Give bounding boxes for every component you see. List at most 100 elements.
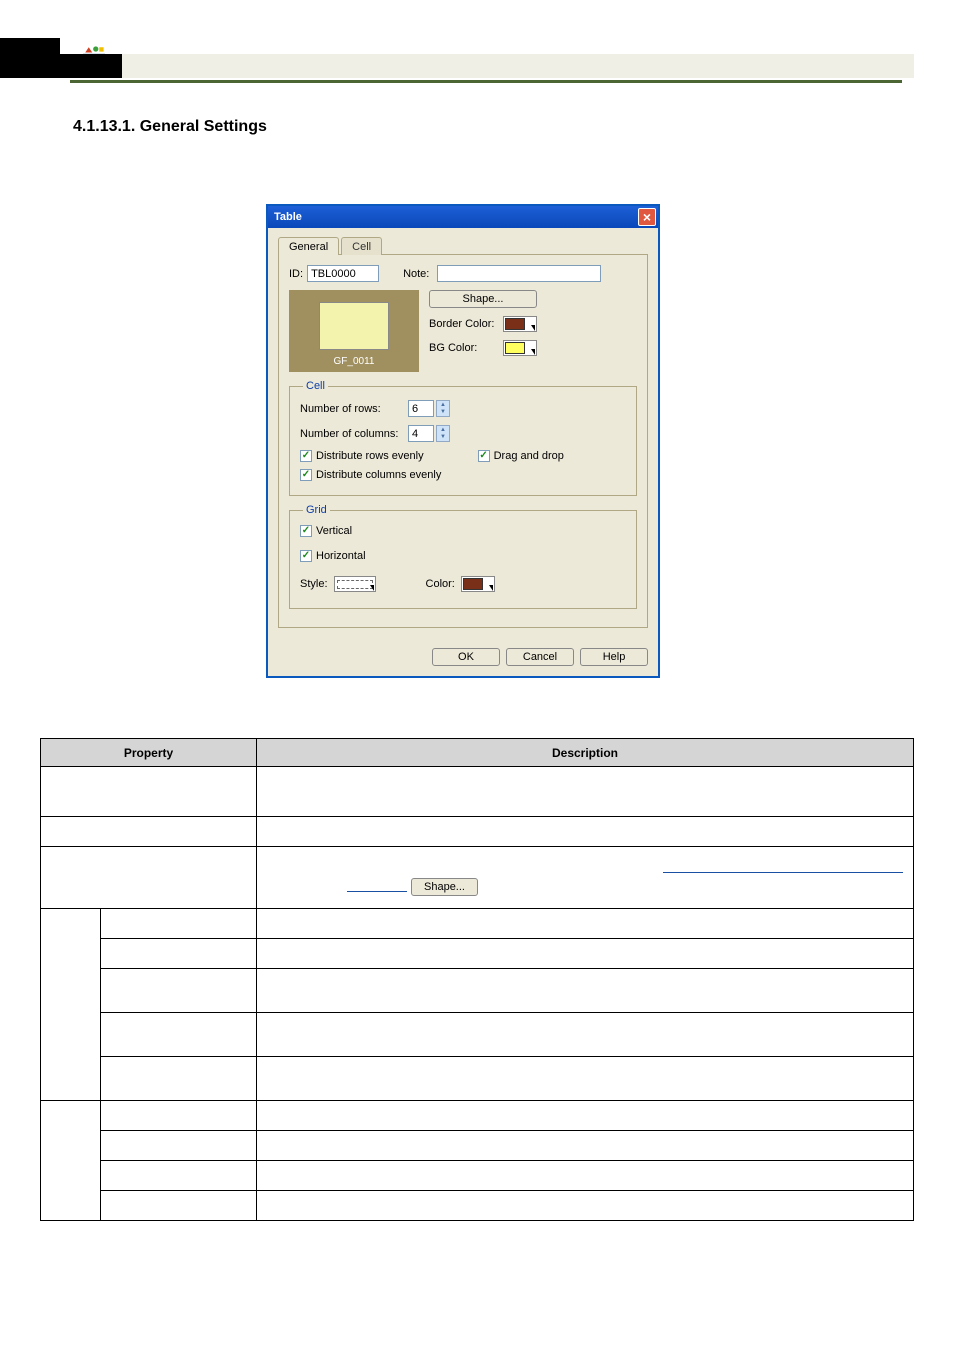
shape-thumbnail: [319, 302, 389, 350]
table-row: [41, 1057, 914, 1101]
num-rows-spinner[interactable]: ▲ ▼: [436, 400, 450, 417]
cell-legend: Cell: [303, 380, 328, 392]
table-row: [41, 1101, 914, 1131]
vertical-check[interactable]: ✓ Vertical: [300, 525, 352, 537]
grid-color-picker[interactable]: [461, 576, 495, 592]
num-rows-input[interactable]: [408, 400, 434, 417]
shape-button-image: Shape...: [411, 878, 478, 896]
shape-preview: GF_0011: [289, 290, 419, 372]
tab-general[interactable]: General: [278, 237, 339, 255]
spin-up-icon: ▲: [437, 426, 449, 434]
table-row: [41, 909, 914, 939]
rows-row: Number of rows: ▲ ▼: [300, 400, 626, 417]
dialog-title: Table: [274, 211, 638, 223]
vertical-label: Vertical: [316, 525, 352, 537]
dropdown-arrow-icon: [370, 585, 374, 591]
note-label: Note:: [403, 268, 429, 280]
footer-strip: [122, 54, 914, 78]
tabs: General Cell: [278, 237, 648, 255]
shape-button[interactable]: Shape...: [429, 290, 537, 308]
grid-color-label: Color:: [426, 578, 455, 590]
dropdown-arrow-icon: [531, 349, 535, 355]
bg-color-label: BG Color:: [429, 342, 499, 354]
dist-rows-label: Distribute rows evenly: [316, 450, 424, 462]
table-row: [41, 1191, 914, 1221]
checkbox-icon: ✓: [300, 469, 312, 481]
border-color-swatch: [505, 318, 525, 330]
table-dialog: Table × General Cell ID: Note:: [266, 204, 660, 678]
vertical-row: ✓ Vertical: [300, 524, 626, 543]
num-cols-input[interactable]: [408, 425, 434, 442]
note-input[interactable]: [437, 265, 601, 282]
checkbox-icon: ✓: [300, 450, 312, 462]
col-property: Property: [41, 739, 257, 767]
checkbox-icon: ✓: [300, 525, 312, 537]
close-button[interactable]: ×: [638, 208, 656, 226]
table-row: [41, 817, 914, 847]
close-icon: ×: [643, 210, 651, 224]
border-color-row: Border Color:: [429, 316, 537, 332]
table-row: [41, 939, 914, 969]
ok-button[interactable]: OK: [432, 648, 500, 666]
table-row: [41, 767, 914, 817]
id-label: ID:: [289, 268, 303, 280]
spin-down-icon: ▼: [437, 434, 449, 442]
table-row: [41, 1013, 914, 1057]
property-table: Property Description Shape...: [40, 738, 914, 1221]
style-label: Style:: [300, 578, 328, 590]
header-rule: [70, 80, 902, 83]
tab-cell[interactable]: Cell: [341, 237, 382, 255]
border-color-label: Border Color:: [429, 318, 499, 330]
grid-group: Grid ✓ Vertical ✓ Horizontal: [289, 504, 637, 609]
drag-drop-check[interactable]: ✓ Drag and drop: [478, 450, 564, 462]
link-segment: [663, 863, 903, 873]
dist-rows-check[interactable]: ✓ Distribute rows evenly: [300, 450, 424, 462]
section-heading: 4.1.13.1. General Settings: [73, 118, 267, 136]
table-header-row: Property Description: [41, 739, 914, 767]
num-cols-spinner[interactable]: ▲ ▼: [436, 425, 450, 442]
horizontal-row: ✓ Horizontal: [300, 549, 626, 568]
table-row: [41, 969, 914, 1013]
bg-color-row: BG Color:: [429, 340, 537, 356]
num-cols-label: Number of columns:: [300, 428, 404, 440]
border-color-picker[interactable]: [503, 316, 537, 332]
check-row-2: ✓ Distribute columns evenly: [300, 468, 626, 487]
drag-drop-label: Drag and drop: [494, 450, 564, 462]
table-row: [41, 1131, 914, 1161]
titlebar: Table ×: [268, 206, 658, 228]
grid-color-swatch: [463, 578, 483, 590]
dist-cols-label: Distribute columns evenly: [316, 469, 441, 481]
shape-right-col: Shape... Border Color: BG Color:: [419, 290, 537, 372]
dropdown-arrow-icon: [489, 585, 493, 591]
bg-color-picker[interactable]: [503, 340, 537, 356]
dialog-footer: OK Cancel Help: [268, 638, 658, 676]
num-rows-label: Number of rows:: [300, 403, 404, 415]
spin-up-icon: ▲: [437, 401, 449, 409]
table-row: [41, 1161, 914, 1191]
horizontal-check[interactable]: ✓ Horizontal: [300, 550, 366, 562]
help-button[interactable]: Help: [580, 648, 648, 666]
style-picker[interactable]: [334, 576, 376, 592]
style-row: Style: Color:: [300, 576, 626, 592]
horizontal-label: Horizontal: [316, 550, 366, 562]
col-description: Description: [257, 739, 914, 767]
page: 4.1.13.1. General Settings Table × Gener…: [0, 0, 954, 120]
link-segment: [347, 882, 407, 892]
checkbox-icon: ✓: [300, 550, 312, 562]
cell-group: Cell Number of rows: ▲ ▼ Number of colum…: [289, 380, 637, 496]
dist-cols-check[interactable]: ✓ Distribute columns evenly: [300, 469, 441, 481]
dialog-body: General Cell ID: Note: GF_0011: [268, 228, 658, 638]
bg-color-swatch: [505, 342, 525, 354]
footer-block: [40, 54, 122, 78]
line-style-icon: [337, 580, 373, 589]
id-input[interactable]: [307, 265, 379, 282]
spin-down-icon: ▼: [437, 409, 449, 417]
dropdown-arrow-icon: [531, 325, 535, 331]
shape-cell-content: Shape...: [257, 878, 478, 896]
id-row: ID: Note:: [289, 265, 637, 282]
cancel-button[interactable]: Cancel: [506, 648, 574, 666]
shape-name: GF_0011: [334, 356, 375, 367]
shape-area: GF_0011 Shape... Border Color:: [289, 290, 637, 372]
table-row-shape: Shape...: [41, 847, 914, 909]
grid-legend: Grid: [303, 504, 330, 516]
